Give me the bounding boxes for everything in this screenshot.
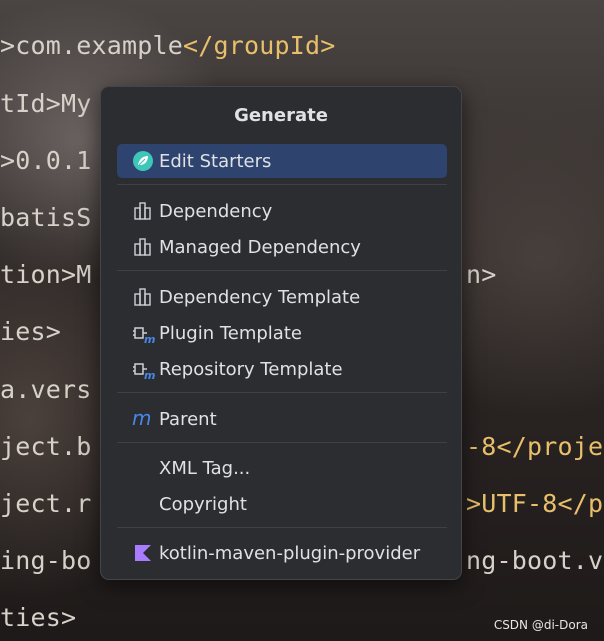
code-line: tId>My bbox=[0, 89, 92, 118]
code-line: ing-bo bbox=[0, 546, 92, 575]
menu-item-kotlin-maven-plugin-provider[interactable]: kotlin-maven-plugin-provider bbox=[117, 536, 447, 570]
menu-item-managed-dependency[interactable]: Managed Dependency bbox=[117, 230, 447, 264]
menu-item-dependency[interactable]: Dependency bbox=[117, 194, 447, 228]
separator bbox=[117, 392, 447, 393]
menu-item-label: Repository Template bbox=[159, 358, 343, 380]
code-line: >0.0.1 bbox=[0, 146, 92, 175]
code-line: ies> bbox=[0, 317, 62, 346]
menu-item-label: kotlin-maven-plugin-provider bbox=[159, 542, 421, 564]
separator bbox=[117, 442, 447, 443]
menu-item-label: XML Tag... bbox=[159, 457, 251, 479]
menu-item-edit-starters[interactable]: Edit Starters bbox=[117, 144, 447, 178]
dependency-icon bbox=[128, 235, 158, 259]
menu-item-copyright[interactable]: Copyright bbox=[117, 487, 447, 521]
spring-leaf-icon bbox=[128, 149, 158, 173]
watermark: CSDN @di-Dora bbox=[493, 618, 588, 632]
separator bbox=[117, 527, 447, 528]
menu-item-label: Managed Dependency bbox=[159, 236, 361, 258]
menu-item-xml-tag[interactable]: XML Tag... bbox=[117, 451, 447, 485]
menu-item-label: Dependency bbox=[159, 200, 273, 222]
maven-plugin-icon: m bbox=[128, 321, 158, 345]
menu-item-plugin-template[interactable]: m Plugin Template bbox=[117, 316, 447, 350]
menu-item-label: Dependency Template bbox=[159, 286, 361, 308]
dependency-icon bbox=[128, 285, 158, 309]
maven-m-icon: m bbox=[128, 407, 158, 431]
menu-item-label: Edit Starters bbox=[159, 150, 272, 172]
blank-icon bbox=[128, 492, 158, 516]
code-line: tion>M bbox=[0, 260, 92, 289]
kotlin-icon bbox=[128, 541, 158, 565]
separator bbox=[117, 270, 447, 271]
blank-icon bbox=[128, 456, 158, 480]
code-line: ject.b bbox=[0, 432, 92, 461]
popup-title: Generate bbox=[234, 105, 328, 126]
maven-plugin-icon: m bbox=[128, 357, 158, 381]
menu-item-label: Copyright bbox=[159, 493, 247, 515]
svg-text:m: m bbox=[144, 333, 155, 344]
code-line: ject.r bbox=[0, 489, 92, 518]
code-line-tail: -8</proje bbox=[466, 432, 604, 461]
code-line: a.vers bbox=[0, 375, 92, 404]
separator bbox=[117, 184, 447, 185]
code-line: >com.example</groupId> bbox=[0, 31, 336, 60]
code-line: batisS bbox=[0, 203, 92, 232]
menu-item-parent[interactable]: m Parent bbox=[117, 402, 447, 436]
svg-text:m: m bbox=[144, 369, 155, 380]
code-line-tail: >UTF-8</p bbox=[466, 489, 604, 518]
menu-item-label: Plugin Template bbox=[159, 322, 302, 344]
dependency-icon bbox=[128, 199, 158, 223]
menu-item-label: Parent bbox=[159, 408, 217, 430]
code-line-tail: ng-boot.v bbox=[466, 546, 604, 575]
code-line-tail: n> bbox=[466, 260, 497, 289]
svg-text:m: m bbox=[132, 408, 151, 430]
generate-popup: Generate Edit Starters Dependency Manage… bbox=[100, 86, 462, 580]
menu-item-dependency-template[interactable]: Dependency Template bbox=[117, 280, 447, 314]
menu-item-repository-template[interactable]: m Repository Template bbox=[117, 352, 447, 386]
code-line: ties> bbox=[0, 603, 77, 632]
